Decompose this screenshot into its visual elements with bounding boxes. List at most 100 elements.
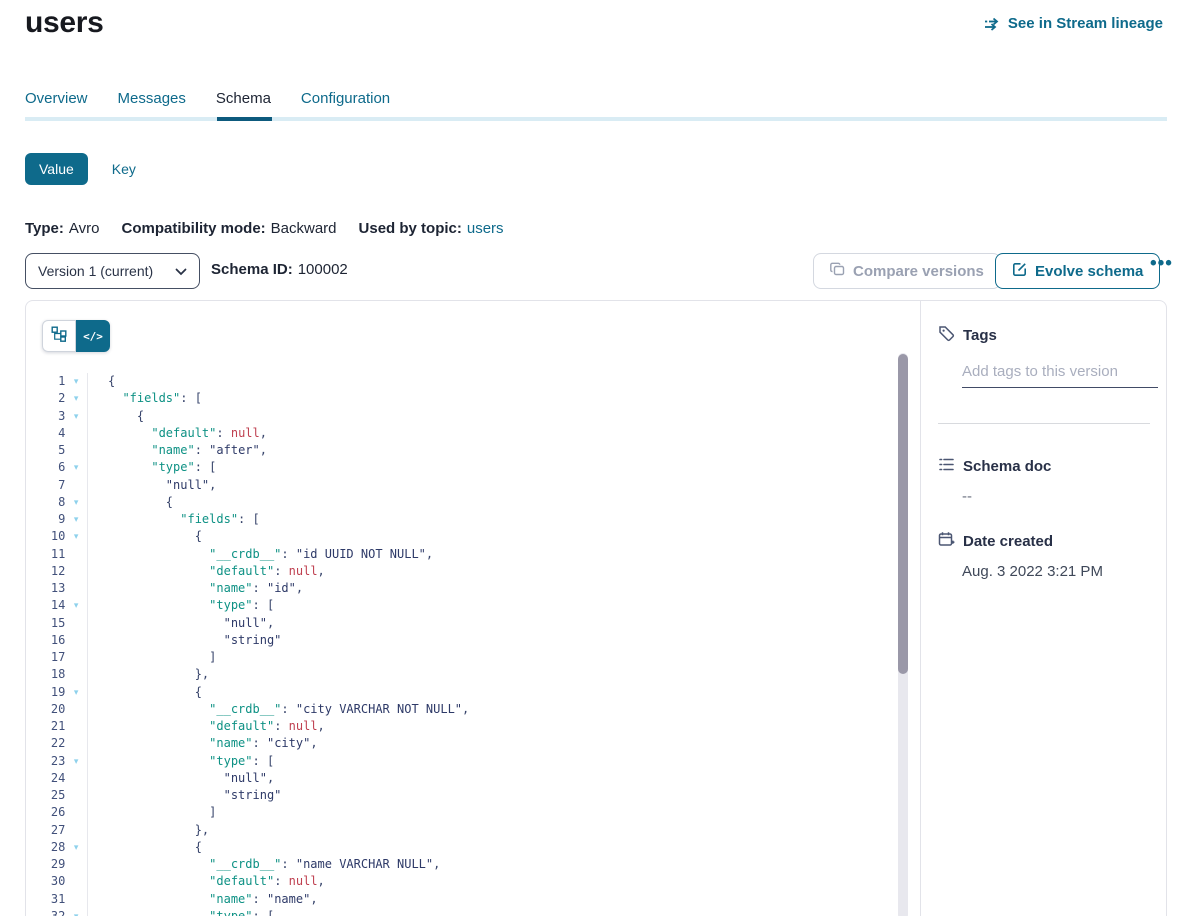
- code-line: 28▾ {: [26, 839, 920, 856]
- code-text: "name": "id",: [88, 580, 303, 597]
- fold-arrow-icon[interactable]: ▾: [65, 528, 87, 545]
- code-view-button[interactable]: </>: [76, 320, 110, 352]
- tab-messages[interactable]: Messages: [118, 90, 186, 107]
- more-options-button[interactable]: •••: [1142, 253, 1181, 275]
- code-line: 30 "default": null,: [26, 873, 920, 890]
- code-text: {: [88, 408, 144, 425]
- line-gutter: 15: [26, 615, 88, 632]
- fold-arrow-icon[interactable]: ▾: [65, 390, 87, 407]
- tab-schema[interactable]: Schema: [216, 90, 271, 107]
- tab-bar: Overview Messages Schema Configuration: [25, 90, 390, 107]
- fold-arrow-empty: [65, 856, 87, 873]
- line-gutter: 30: [26, 873, 88, 890]
- code-text: "type": [: [88, 753, 274, 770]
- code-text: "fields": [: [88, 511, 260, 528]
- code-line: 9▾ "fields": [: [26, 511, 920, 528]
- line-number: 11: [26, 546, 65, 563]
- line-number: 29: [26, 856, 65, 873]
- key-tab-button[interactable]: Key: [112, 161, 136, 177]
- stream-lineage-link[interactable]: See in Stream lineage: [984, 15, 1163, 32]
- code-text: "type": [: [88, 908, 274, 916]
- schema-id-value: 100002: [298, 261, 348, 278]
- code-text: ]: [88, 804, 216, 821]
- fold-arrow-icon[interactable]: ▾: [65, 908, 87, 916]
- line-number: 6: [26, 459, 65, 476]
- page-title: users: [25, 6, 104, 40]
- stream-lineage-label: See in Stream lineage: [1008, 15, 1163, 32]
- fold-arrow-icon[interactable]: ▾: [65, 839, 87, 856]
- code-line: 14▾ "type": [: [26, 597, 920, 614]
- tab-underline: [25, 117, 1167, 121]
- line-number: 8: [26, 494, 65, 511]
- line-number: 25: [26, 787, 65, 804]
- code-text: },: [88, 666, 209, 683]
- fold-arrow-empty: [65, 649, 87, 666]
- line-gutter: 1▾: [26, 373, 88, 390]
- code-text: "default": null,: [88, 873, 325, 890]
- code-text: "string": [88, 632, 281, 649]
- code-line: 5 "name": "after",: [26, 442, 920, 459]
- fold-arrow-icon[interactable]: ▾: [65, 373, 87, 390]
- evolve-schema-button[interactable]: Evolve schema: [995, 253, 1160, 289]
- code-text: "default": null,: [88, 563, 325, 580]
- code-text: {: [88, 494, 173, 511]
- code-text: "type": [: [88, 459, 216, 476]
- fold-arrow-empty: [65, 563, 87, 580]
- line-gutter: 31: [26, 891, 88, 908]
- schema-doc-header: Schema doc: [938, 456, 1150, 477]
- fold-arrow-icon[interactable]: ▾: [65, 494, 87, 511]
- line-gutter: 16: [26, 632, 88, 649]
- line-number: 16: [26, 632, 65, 649]
- code-text: },: [88, 822, 209, 839]
- line-gutter: 13: [26, 580, 88, 597]
- fold-arrow-empty: [65, 442, 87, 459]
- version-select[interactable]: Version 1 (current): [25, 253, 200, 289]
- tab-overview[interactable]: Overview: [25, 90, 88, 107]
- code-text: "__crdb__": "city VARCHAR NOT NULL",: [88, 701, 469, 718]
- line-number: 7: [26, 477, 65, 494]
- schema-sidebar: Tags Schema doc --: [922, 301, 1166, 916]
- add-tags-input[interactable]: [962, 363, 1158, 388]
- code-text: {: [88, 373, 115, 390]
- line-number: 2: [26, 390, 65, 407]
- topic-link[interactable]: users: [467, 220, 504, 237]
- compare-versions-button[interactable]: Compare versions: [813, 253, 1001, 289]
- fold-arrow-icon[interactable]: ▾: [65, 597, 87, 614]
- chevron-down-icon: [175, 263, 187, 279]
- fold-arrow-empty: [65, 873, 87, 890]
- calendar-plus-icon: [938, 531, 955, 552]
- code-lines: 1▾{2▾ "fields": [3▾ {4 "default": null,5…: [26, 373, 920, 916]
- fold-arrow-icon[interactable]: ▾: [65, 408, 87, 425]
- fold-arrow-icon[interactable]: ▾: [65, 511, 87, 528]
- fold-arrow-empty: [65, 580, 87, 597]
- fold-arrow-icon[interactable]: ▾: [65, 753, 87, 770]
- line-gutter: 20: [26, 701, 88, 718]
- line-gutter: 21: [26, 718, 88, 735]
- code-line: 12 "default": null,: [26, 563, 920, 580]
- code-line: 7 "null",: [26, 477, 920, 494]
- code-text: "string": [88, 787, 281, 804]
- editor-scrollbar-thumb[interactable]: [898, 354, 908, 674]
- tab-configuration[interactable]: Configuration: [301, 90, 390, 107]
- line-gutter: 17: [26, 649, 88, 666]
- fold-arrow-empty: [65, 787, 87, 804]
- date-created-section: Date created Aug. 3 2022 3:21 PM: [938, 531, 1150, 580]
- fold-arrow-icon[interactable]: ▾: [65, 684, 87, 701]
- code-view-icon: </>: [83, 330, 103, 343]
- code-text: {: [88, 684, 202, 701]
- value-tab-button[interactable]: Value: [25, 153, 88, 185]
- compatibility-mode: Compatibility mode:Backward: [121, 220, 336, 237]
- tree-view-button[interactable]: [42, 320, 76, 352]
- evolve-schema-label: Evolve schema: [1035, 263, 1143, 280]
- code-line: 29 "__crdb__": "name VARCHAR NULL",: [26, 856, 920, 873]
- tags-section: Tags: [938, 325, 1150, 424]
- line-number: 1: [26, 373, 65, 390]
- editor-scrollbar[interactable]: [898, 353, 908, 916]
- code-text: "name": "after",: [88, 442, 267, 459]
- fold-arrow-empty: [65, 425, 87, 442]
- code-line: 27 },: [26, 822, 920, 839]
- line-number: 31: [26, 891, 65, 908]
- line-gutter: 28▾: [26, 839, 88, 856]
- line-gutter: 3▾: [26, 408, 88, 425]
- fold-arrow-icon[interactable]: ▾: [65, 459, 87, 476]
